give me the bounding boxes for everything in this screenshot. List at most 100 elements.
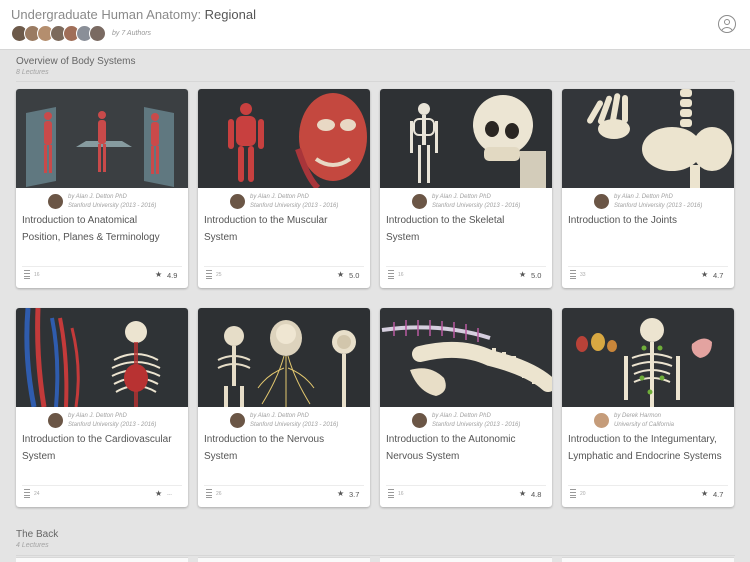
authors-group[interactable]: by 7 Authors — [11, 24, 151, 42]
lecture-count: 16 — [398, 491, 404, 497]
card-title-line: Nervous System — [386, 450, 460, 462]
instructor-institution: Stanford University (2013 - 2016) — [68, 203, 157, 209]
lecture-count: 26 — [216, 491, 222, 497]
card-title-line: Introduction to the Skeletal — [386, 215, 505, 226]
rating-value: 5.0 — [531, 271, 542, 280]
list-icon — [206, 489, 212, 498]
star-icon: ★ — [337, 270, 345, 279]
lecture-count: 16 — [398, 272, 404, 278]
author-avatar[interactable] — [89, 24, 106, 42]
card-title-line: Lymphatic and Endocrine Systems — [568, 450, 722, 462]
lecture-card[interactable]: by Alan J. Detton PhD Stanford Universit… — [380, 308, 552, 507]
lecture-card[interactable]: by Alan J. Detton PhD Stanford Universit… — [16, 308, 188, 507]
instructor-avatar — [412, 413, 427, 428]
list-icon — [24, 489, 30, 498]
lecture-card[interactable]: by Alan J. Detton PhD Stanford Universit… — [380, 89, 552, 288]
star-icon: ★ — [519, 270, 527, 279]
card-title-line: System — [22, 450, 56, 462]
lecture-card[interactable] — [198, 557, 370, 562]
card-title: Introduction to the Muscular System — [204, 213, 366, 246]
list-icon — [24, 270, 30, 279]
card-title-line: System — [204, 231, 238, 243]
list-icon — [206, 270, 212, 279]
star-icon: ★ — [701, 489, 709, 498]
profile-icon[interactable] — [718, 15, 736, 33]
card-divider — [22, 485, 182, 486]
instructor-name: by Derek Harmon — [614, 413, 662, 419]
lecture-card[interactable]: by Alan J. Detton PhD Stanford Universit… — [562, 89, 734, 288]
instructor-name: by Alan J. Detton PhD — [432, 194, 491, 200]
muscular-system-thumbnail — [198, 89, 370, 188]
rating-value: 4.7 — [713, 490, 724, 499]
list-icon — [570, 489, 576, 498]
instructor-name: by Alan J. Detton PhD — [250, 413, 309, 419]
rating-value: 4.9 — [167, 271, 178, 280]
course-title-prefix: Undergraduate Human Anatomy: — [11, 7, 205, 22]
card-title-line: System — [386, 231, 420, 243]
card-title-line: Introduction to the Joints — [568, 215, 677, 226]
section-title[interactable]: Overview of Body Systems — [16, 56, 135, 67]
star-icon: ★ — [155, 489, 163, 498]
card-divider — [22, 266, 182, 267]
lecture-card[interactable]: by Alan J. Detton PhD Stanford Universit… — [16, 89, 188, 288]
star-icon: ★ — [519, 489, 527, 498]
autonomic-nervous-thumbnail — [380, 308, 552, 407]
course-title-emphasis: Regional — [204, 7, 256, 22]
lecture-count: 33 — [580, 272, 586, 278]
lecture-count: 20 — [580, 491, 586, 497]
lecture-card[interactable]: by Alan J. Detton PhD Stanford Universit… — [198, 89, 370, 288]
card-divider — [204, 485, 364, 486]
instructor-institution: Stanford University (2013 - 2016) — [68, 422, 157, 428]
section-subtitle: 8 Lectures — [16, 69, 49, 76]
card-title: Introduction to the Skeletal System — [386, 213, 548, 246]
list-icon — [388, 489, 394, 498]
lecture-card[interactable] — [380, 557, 552, 562]
card-title: Introduction to Anatomical Position, Plan… — [22, 213, 184, 246]
rating-value: 3.7 — [349, 490, 360, 499]
lecture-count: 16 — [34, 272, 40, 278]
card-title: Introduction to the Autonomic Nervous Sys… — [386, 432, 548, 465]
card-title-line: Introduction to the Autonomic — [386, 434, 516, 445]
instructor-name: by Alan J. Detton PhD — [432, 413, 491, 419]
lecture-card[interactable] — [16, 557, 188, 562]
rating-value: 5.0 — [349, 271, 360, 280]
instructor-institution: Stanford University (2013 - 2016) — [614, 203, 703, 209]
instructor-avatar — [230, 413, 245, 428]
star-icon: ★ — [701, 270, 709, 279]
card-divider — [386, 266, 546, 267]
card-divider — [568, 485, 728, 486]
nervous-system-thumbnail — [198, 308, 370, 407]
card-title: Introduction to the Nervous System — [204, 432, 366, 465]
card-title: Introduction to the Integumentary, Lympha… — [568, 432, 730, 465]
lecture-card[interactable]: by Alan J. Detton PhD Stanford Universit… — [198, 308, 370, 507]
top-bar: Undergraduate Human Anatomy: Regional by… — [0, 0, 750, 50]
instructor-name: by Alan J. Detton PhD — [614, 194, 673, 200]
rating-value: --- — [167, 492, 172, 498]
instructor-avatar — [594, 413, 609, 428]
instructor-name: by Alan J. Detton PhD — [68, 413, 127, 419]
instructor-name: by Alan J. Detton PhD — [68, 194, 127, 200]
list-icon — [388, 270, 394, 279]
skeletal-system-thumbnail — [380, 89, 552, 188]
list-icon — [570, 270, 576, 279]
rating-value: 4.8 — [531, 490, 542, 499]
star-icon: ★ — [155, 270, 163, 279]
lecture-card[interactable] — [562, 557, 734, 562]
card-title-line: Position, Planes & Terminology — [22, 231, 160, 243]
instructor-institution: University of California — [614, 422, 675, 428]
section-title[interactable]: The Back — [16, 529, 58, 540]
instructor-institution: Stanford University (2013 - 2016) — [432, 203, 521, 209]
card-divider — [386, 485, 546, 486]
joints-thumbnail — [562, 89, 734, 188]
lecture-count: 24 — [34, 491, 40, 497]
lecture-card[interactable]: by Derek Harmon University of California… — [562, 308, 734, 507]
card-title: Introduction to the Cardiovascular System — [22, 432, 184, 465]
instructor-avatar — [48, 194, 63, 209]
instructor-institution: Stanford University (2013 - 2016) — [250, 203, 339, 209]
card-title: Introduction to the Joints — [568, 213, 730, 230]
authors-label: by 7 Authors — [112, 29, 152, 37]
instructor-avatar — [48, 413, 63, 428]
profile-head — [724, 19, 730, 25]
section-divider — [16, 81, 735, 82]
card-divider — [204, 266, 364, 267]
